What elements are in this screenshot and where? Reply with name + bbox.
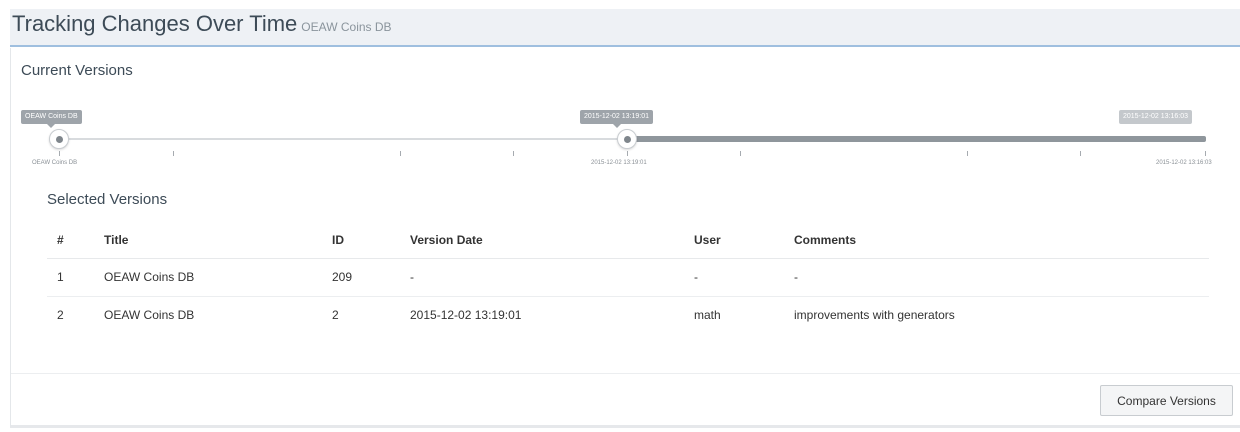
cell-comments: improvements with generators bbox=[794, 308, 955, 323]
cell-id: 209 bbox=[322, 258, 400, 297]
tick-label-end: 2015-12-02 13:16:03 bbox=[1156, 160, 1212, 166]
page-subtitle: OEAW Coins DB bbox=[301, 20, 392, 34]
table-header-row: # Title ID Version Date User Comments bbox=[47, 223, 1209, 259]
column-header-version-date: Version Date bbox=[400, 223, 684, 259]
slider-selected-tag: 2015-12-02 13:19:01 bbox=[580, 110, 653, 128]
tick-label-middle: 2015-12-02 13:19:01 bbox=[591, 160, 647, 166]
slider-tick bbox=[513, 151, 514, 156]
cell-id: 2 bbox=[332, 308, 339, 323]
version-slider: OEAW Coins DB 2015-12-02 13:19:01 2015-1… bbox=[11, 48, 1240, 178]
selected-versions-table: # Title ID Version Date User Comments 1 … bbox=[47, 223, 1209, 334]
slider-selected-handle[interactable] bbox=[617, 129, 637, 149]
cell-title: OEAW Coins DB bbox=[104, 308, 195, 323]
slider-tick bbox=[627, 151, 628, 156]
cell-version-date: 2015-12-02 13:19:01 bbox=[410, 308, 522, 323]
column-header-number: # bbox=[47, 223, 94, 259]
cell-comments: - bbox=[784, 258, 1209, 297]
slider-tick bbox=[740, 151, 741, 156]
cell-user: - bbox=[684, 258, 784, 297]
cell-user: math bbox=[694, 308, 721, 323]
table-row: 2 OEAW Coins DB 2 2015-12-02 13:19:01 ma… bbox=[47, 296, 1209, 334]
tick-label-start: OEAW Coins DB bbox=[32, 160, 78, 166]
cell-title: OEAW Coins DB bbox=[94, 258, 322, 297]
slider-tick bbox=[1205, 151, 1206, 156]
slider-start-tag: OEAW Coins DB bbox=[21, 110, 82, 128]
page-title: Tracking Changes Over Time OEAW Coins DB bbox=[12, 11, 392, 37]
handle-dot bbox=[624, 136, 631, 143]
panel-footer: Compare Versions bbox=[11, 373, 1240, 425]
column-header-comments: Comments bbox=[784, 223, 1209, 259]
page-title-text: Tracking Changes Over Time bbox=[12, 11, 298, 36]
page-header: Tracking Changes Over Time OEAW Coins DB bbox=[10, 9, 1240, 47]
slider-tick bbox=[1080, 151, 1081, 156]
slider-selected-range[interactable] bbox=[627, 136, 1206, 142]
slider-start-handle[interactable] bbox=[49, 129, 69, 149]
slider-tick bbox=[967, 151, 968, 156]
cell-version-date: - bbox=[400, 258, 684, 297]
slider-end-tag: 2015-12-02 13:16:03 bbox=[1119, 110, 1192, 124]
slider-tick bbox=[400, 151, 401, 156]
cell-number: 1 bbox=[47, 258, 94, 297]
column-header-id: ID bbox=[322, 223, 400, 259]
selected-versions-heading: Selected Versions bbox=[47, 191, 168, 208]
cell-number: 2 bbox=[57, 308, 64, 323]
handle-dot bbox=[56, 136, 63, 143]
compare-versions-button[interactable]: Compare Versions bbox=[1100, 385, 1233, 416]
slider-tick bbox=[173, 151, 174, 156]
column-header-title: Title bbox=[94, 223, 322, 259]
table-row: 1 OEAW Coins DB 209 - - - bbox=[47, 258, 1209, 297]
slider-tick bbox=[59, 151, 60, 156]
column-header-user: User bbox=[684, 223, 784, 259]
current-versions-panel: Current Versions OEAW Coins DB 2015-12-0… bbox=[10, 48, 1240, 428]
